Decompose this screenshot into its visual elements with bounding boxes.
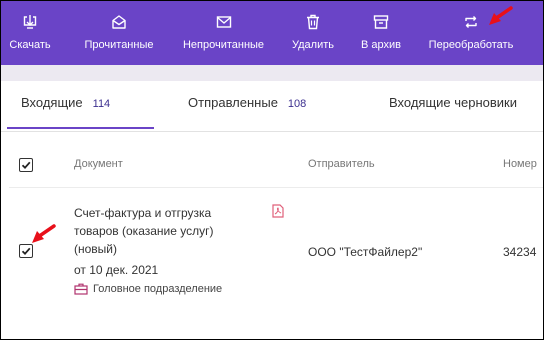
reprocess-icon xyxy=(463,14,479,30)
tab-sent-count: 108 xyxy=(287,98,307,110)
tab-sent[interactable]: Отправленные 108 xyxy=(188,95,306,110)
app-frame: Скачать Прочитанные Непрочитанные Удалит… xyxy=(0,0,544,340)
download-button[interactable]: Скачать xyxy=(9,1,51,65)
archive-button[interactable]: В архив xyxy=(360,1,402,65)
tab-inbox-count: 114 xyxy=(92,98,111,110)
tab-inbox-label: Входящие xyxy=(21,95,83,110)
checkmark-icon xyxy=(21,161,31,170)
briefcase-icon xyxy=(74,283,88,295)
mark-read-button[interactable]: Прочитанные xyxy=(84,1,154,65)
column-header-number[interactable]: Номер xyxy=(503,158,537,170)
mark-unread-label: Непрочитанные xyxy=(182,39,265,51)
sender-name: ООО "ТестФайлер2" xyxy=(308,245,423,259)
delete-button[interactable]: Удалить xyxy=(291,1,335,65)
document-title-link[interactable]: Счет-фактура и отгрузка товаров (оказани… xyxy=(74,204,234,258)
toolbar-strip xyxy=(1,65,543,81)
checkmark-icon xyxy=(21,247,31,256)
tab-bar: Входящие 114 Отправленные 108 Входящие чер… xyxy=(1,81,543,132)
archive-label: В архив xyxy=(361,39,401,51)
tab-sent-label: Отправленные xyxy=(188,95,278,110)
mark-read-label: Прочитанные xyxy=(84,39,154,51)
envelope-open-icon xyxy=(111,14,127,30)
column-header-sender[interactable]: Отправитель xyxy=(308,158,375,170)
tab-inbox[interactable]: Входящие 114 xyxy=(21,95,110,110)
download-icon xyxy=(22,14,38,30)
mark-unread-button[interactable]: Непрочитанные xyxy=(182,1,265,65)
toolbar: Скачать Прочитанные Непрочитанные Удалит… xyxy=(1,1,543,65)
delete-label: Удалить xyxy=(292,39,334,51)
header-divider xyxy=(9,187,543,188)
annotation-arrow-icon xyxy=(32,224,56,243)
pdf-icon[interactable] xyxy=(272,204,284,218)
department-label: Головное подразделение xyxy=(93,283,223,295)
document-date: от 10 дек. 2021 xyxy=(74,263,159,277)
envelope-icon xyxy=(216,14,232,30)
download-label: Скачать xyxy=(9,39,51,51)
trash-icon xyxy=(306,14,320,30)
tab-incoming-drafts-label: Входящие черновики xyxy=(389,95,518,110)
annotation-arrow-icon xyxy=(489,6,513,25)
department: Головное подразделение xyxy=(74,283,222,295)
active-tab-indicator xyxy=(7,127,154,129)
archive-icon xyxy=(373,14,389,30)
select-all-checkbox[interactable] xyxy=(19,158,33,172)
reprocess-label: Переобработать xyxy=(428,39,514,51)
column-header-document[interactable]: Документ xyxy=(74,158,123,170)
tab-incoming-drafts[interactable]: Входящие черновики xyxy=(389,95,517,110)
document-number: 34234 xyxy=(503,245,537,259)
